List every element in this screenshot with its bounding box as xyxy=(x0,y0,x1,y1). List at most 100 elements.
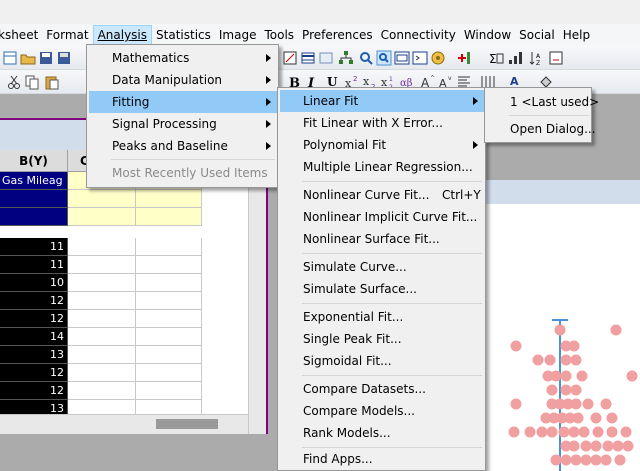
menu-item-nonlinear-curve-fit[interactable]: Nonlinear Curve Fit... Ctrl+Y xyxy=(280,184,484,206)
menu-tools[interactable]: Tools xyxy=(260,25,298,45)
menu-item-find-apps[interactable]: Find Apps... xyxy=(280,448,484,470)
menu-item-fit-linear-x-error[interactable]: Fit Linear with X Error... xyxy=(280,112,484,134)
menu-social[interactable]: Social xyxy=(515,25,559,45)
menu-item-linear-fit[interactable]: Linear Fit xyxy=(280,90,484,112)
table-cell[interactable]: 12 xyxy=(0,364,68,382)
save-icon[interactable] xyxy=(38,50,54,66)
table-cell[interactable] xyxy=(136,328,202,346)
sum-icon[interactable]: Σ xyxy=(488,50,504,66)
table-cell[interactable] xyxy=(68,292,136,310)
menu-format[interactable]: Format xyxy=(42,25,92,45)
copy-icon[interactable] xyxy=(24,74,40,90)
apps-icon[interactable] xyxy=(430,50,446,66)
scatter-point xyxy=(536,426,548,438)
table-cell[interactable]: 13 xyxy=(0,346,68,364)
scrollbar-thumb[interactable] xyxy=(156,419,218,429)
table-cell[interactable] xyxy=(136,256,202,274)
table-cell[interactable] xyxy=(136,274,202,292)
command-window-icon[interactable] xyxy=(394,50,410,66)
menu-statistics[interactable]: Statistics xyxy=(152,25,215,45)
matrix-icon[interactable] xyxy=(318,50,334,66)
scatter-point xyxy=(570,398,582,410)
project-explorer-icon[interactable] xyxy=(338,50,354,66)
cut-icon[interactable] xyxy=(6,74,22,90)
menu-item-data-manipulation[interactable]: Data Manipulation xyxy=(89,69,277,91)
table-cell[interactable]: 12 xyxy=(0,310,68,328)
table-cell[interactable] xyxy=(136,382,202,400)
vertical-scrollbar[interactable] xyxy=(248,150,266,434)
menu-item-nonlinear-surface-fit[interactable]: Nonlinear Surface Fit... xyxy=(280,228,484,250)
sort-icon[interactable]: AZ xyxy=(528,50,544,66)
add-row-icon[interactable] xyxy=(456,50,472,66)
scatter-point xyxy=(568,340,580,352)
code-builder-icon[interactable] xyxy=(412,50,428,66)
table-cell[interactable] xyxy=(136,346,202,364)
menu-item-most-recently-used: Most Recently Used Items xyxy=(112,166,268,180)
table-cell[interactable] xyxy=(136,364,202,382)
table-cell[interactable]: 10 xyxy=(0,274,68,292)
table-cell[interactable] xyxy=(68,346,136,364)
table-cell[interactable] xyxy=(136,238,202,256)
menu-item-sigmoidal-fit[interactable]: Sigmoidal Fit... xyxy=(280,350,484,372)
table-cell[interactable] xyxy=(136,292,202,310)
add-column-icon[interactable] xyxy=(282,50,298,66)
table-cell[interactable] xyxy=(68,382,136,400)
menu-help[interactable]: Help xyxy=(559,25,594,45)
set-column-icon[interactable] xyxy=(548,50,564,66)
table-cell[interactable]: 14 xyxy=(0,328,68,346)
menu-item-mathematics[interactable]: Mathematics xyxy=(89,47,277,69)
graph-window[interactable] xyxy=(486,204,640,471)
long-name-cell[interactable]: Gas Mileag xyxy=(0,172,68,190)
menu-worksheet[interactable]: ksheet xyxy=(0,25,42,45)
comments-cell-c[interactable] xyxy=(68,208,136,226)
menu-item-signal-processing[interactable]: Signal Processing xyxy=(89,113,277,135)
horizontal-scrollbar[interactable] xyxy=(0,414,248,434)
table-cell[interactable] xyxy=(68,310,136,328)
menu-item-last-used[interactable]: 1 <Last used> xyxy=(487,91,599,113)
menu-item-peaks-and-baseline[interactable]: Peaks and Baseline xyxy=(89,135,277,157)
table-cell[interactable] xyxy=(136,310,202,328)
statistics-icon[interactable] xyxy=(508,50,524,66)
menu-item-single-peak-fit[interactable]: Single Peak Fit... xyxy=(280,328,484,350)
table-icon[interactable] xyxy=(300,50,316,66)
column-header-b[interactable]: B(Y) xyxy=(0,150,68,172)
table-cell[interactable] xyxy=(68,328,136,346)
table-cell[interactable] xyxy=(68,238,136,256)
table-cell[interactable] xyxy=(68,274,136,292)
save-template-icon[interactable] xyxy=(56,50,72,66)
menu-item-nonlinear-implicit-curve-fit[interactable]: Nonlinear Implicit Curve Fit... xyxy=(280,206,484,228)
menu-item-compare-models[interactable]: Compare Models... xyxy=(280,400,484,422)
units-cell-c[interactable] xyxy=(68,190,136,208)
menu-item-multiple-linear-regression[interactable]: Multiple Linear Regression... xyxy=(280,156,484,178)
table-cell[interactable]: 12 xyxy=(0,292,68,310)
menu-item-fitting[interactable]: Fitting xyxy=(89,91,277,113)
comments-cell-d[interactable] xyxy=(136,208,202,226)
menu-item-polynomial-fit[interactable]: Polynomial Fit xyxy=(280,134,484,156)
menu-connectivity[interactable]: Connectivity xyxy=(377,25,460,45)
open-icon[interactable] xyxy=(20,50,36,66)
menu-item-open-dialog[interactable]: Open Dialog... xyxy=(487,118,596,140)
paste-icon[interactable] xyxy=(44,74,60,90)
units-cell[interactable] xyxy=(0,190,68,208)
menu-item-simulate-curve[interactable]: Simulate Curve... xyxy=(280,256,484,278)
new-worksheet-icon[interactable] xyxy=(2,50,18,66)
menu-separator xyxy=(111,159,275,160)
table-cell[interactable] xyxy=(68,364,136,382)
menu-window[interactable]: Window xyxy=(460,25,515,45)
menu-item-compare-datasets[interactable]: Compare Datasets... xyxy=(280,378,484,400)
menu-item-simulate-surface[interactable]: Simulate Surface... xyxy=(280,278,484,300)
menu-item-rank-models[interactable]: Rank Models... xyxy=(280,422,484,444)
units-cell-d[interactable] xyxy=(136,190,202,208)
comments-cell[interactable] xyxy=(0,208,68,226)
results-log-icon[interactable] xyxy=(358,50,374,66)
menu-image[interactable]: Image xyxy=(215,25,261,45)
menu-analysis[interactable]: Analysis xyxy=(92,25,153,45)
menu-preferences[interactable]: Preferences xyxy=(298,25,377,45)
table-cell[interactable] xyxy=(68,256,136,274)
table-cell[interactable]: 11 xyxy=(0,238,68,256)
table-cell[interactable]: 11 xyxy=(0,256,68,274)
graph-title-bar[interactable] xyxy=(486,180,640,204)
menu-item-exponential-fit[interactable]: Exponential Fit... xyxy=(280,306,484,328)
table-cell[interactable]: 12 xyxy=(0,382,68,400)
find-icon[interactable] xyxy=(376,50,392,66)
